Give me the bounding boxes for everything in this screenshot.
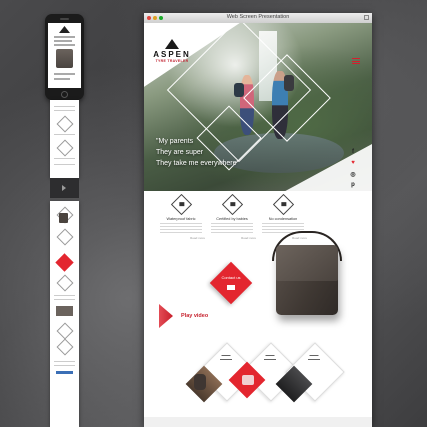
feature-text-line: [211, 226, 253, 227]
phone-text-line: [54, 44, 75, 46]
fullscreen-icon[interactable]: [364, 15, 369, 20]
product-card-text: ▬▬▬ ▬▬▬▬: [264, 353, 276, 361]
contact-us-button[interactable]: [209, 261, 253, 305]
umbrella-icon: [170, 193, 192, 216]
brand-name: ASPEN: [153, 50, 191, 59]
phone-text-line: [54, 78, 70, 80]
phone-bag-image: [56, 49, 73, 68]
feature-text-line: [160, 226, 202, 227]
feature-text-line: [160, 232, 202, 233]
strip-line: [54, 299, 75, 300]
brand-logo[interactable]: ASPEN TYRE TRAVELER: [150, 39, 194, 63]
browser-window: Web Screen Presentation ASPEN TYRE TRAVE…: [144, 13, 372, 427]
strip-bag-image: [59, 213, 68, 223]
product-bag-image: [272, 231, 344, 319]
strip-diamond-icon: [56, 322, 74, 340]
heart-icon[interactable]: ♥: [349, 160, 357, 166]
hero-tagline-line: "My parents: [156, 138, 194, 145]
feature-text-line: [262, 229, 304, 230]
bag-thumb-icon: [194, 374, 206, 390]
mobile-strip-bottom: [50, 201, 79, 427]
window-title: Web Screen Presentation: [226, 14, 290, 20]
read-more-link[interactable]: Read more: [157, 236, 205, 240]
strip-line: [54, 106, 75, 107]
brand-subtitle: TYRE TRAVELER: [155, 59, 189, 63]
strip-diamond-icon: [56, 338, 74, 356]
phone-mockup: [45, 14, 84, 100]
read-more-link[interactable]: Read more: [208, 236, 256, 240]
mountain-logo-icon: [165, 39, 179, 49]
instagram-icon[interactable]: ◎: [349, 171, 357, 178]
hero-tagline: "My parents They are super They take me …: [156, 136, 239, 169]
feature-text-line: [160, 223, 202, 224]
hero-tagline-line: They take me everywhere": [156, 160, 240, 167]
pinterest-icon[interactable]: p: [349, 182, 357, 188]
feature-text-line: [211, 232, 253, 233]
baby-certificate-icon: [221, 193, 243, 216]
strip-line: [54, 158, 75, 159]
phone-screen: [48, 23, 81, 88]
facebook-icon[interactable]: f: [349, 149, 357, 155]
footer-band: [144, 417, 372, 427]
feature-text-line: [262, 223, 304, 224]
feature-text-line: [160, 229, 202, 230]
strip-product-image: [56, 306, 73, 316]
play-video-link[interactable]: Play video: [181, 313, 208, 319]
feature-text-line: [211, 229, 253, 230]
contact-us-label: Contact us: [221, 275, 241, 280]
feature-title: Waterproof fabric: [166, 217, 196, 221]
strip-diamond-icon: [56, 274, 74, 292]
phone-logo-icon: [59, 26, 70, 33]
feature-title: Certified by babies: [216, 217, 248, 221]
bag-flap: [276, 245, 338, 281]
mobile-strip-top: [50, 100, 79, 178]
phone-home-button[interactable]: [61, 91, 68, 98]
hamburger-menu-icon[interactable]: [352, 58, 360, 66]
strip-play-icon: [62, 185, 66, 191]
feature-certified: Certified by babies Read more: [208, 193, 256, 240]
strip-diamond-icon: [56, 115, 74, 133]
phone-speaker: [60, 18, 69, 20]
product-card-text: ▬▬▬ ▬▬▬▬: [308, 353, 320, 361]
feature-text-line: [211, 223, 253, 224]
feature-title: No condensation: [268, 217, 298, 221]
play-icon[interactable]: [159, 304, 173, 328]
phone-text-line: [54, 40, 72, 42]
no-condensation-icon: [272, 193, 294, 216]
strip-diamond-icon: [56, 139, 74, 157]
strip-contact-diamond: [55, 253, 74, 272]
feature-waterproof: Waterproof fabric Read more: [157, 193, 205, 240]
strip-line: [54, 361, 75, 362]
hero-tagline-line: They are super: [156, 149, 204, 156]
strip-diamond-icon: [56, 228, 74, 246]
hero-section: ASPEN TYRE TRAVELER "My parents They are…: [144, 23, 372, 191]
mobile-strip-dark-band: [50, 178, 79, 198]
strip-line: [54, 365, 75, 366]
phone-text-line: [54, 73, 75, 75]
feature-text-line: [262, 226, 304, 227]
stroller-icon: [242, 375, 254, 385]
phone-text-line: [54, 36, 75, 38]
strip-line: [54, 110, 75, 111]
mail-icon: [227, 285, 235, 290]
strip-payment-icons: [56, 371, 73, 374]
strip-line: [54, 164, 75, 165]
strip-line: [54, 134, 75, 135]
strip-line: [54, 295, 75, 296]
product-card-text: ▬▬▬ ▬▬▬▬: [220, 353, 232, 361]
